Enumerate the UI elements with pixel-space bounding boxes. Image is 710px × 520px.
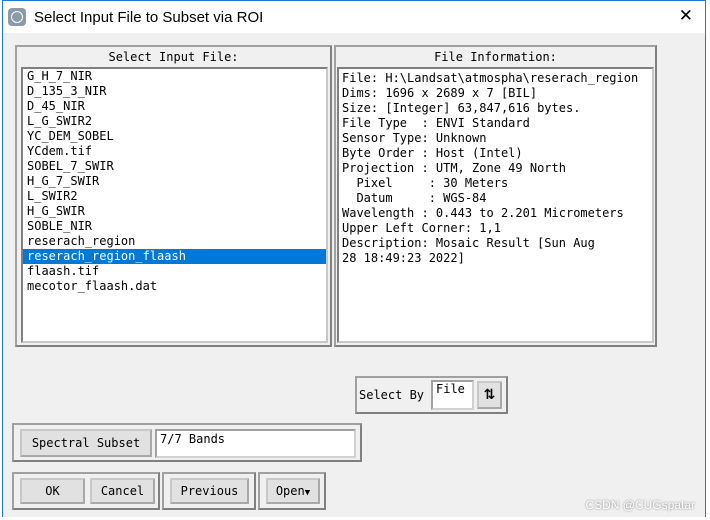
file-list-item[interactable]: SOBLE_NIR: [23, 219, 326, 234]
spectral-subset-group: Spectral Subset 7/7 Bands: [12, 423, 362, 462]
dropdown-arrow-icon: ▼: [304, 488, 311, 498]
input-file-panel: Select Input File: G_H_7_NIR D_135_3_NIR D…: [15, 45, 332, 347]
file-list-item[interactable]: mecotor_flaash.dat: [23, 279, 326, 294]
file-list-item[interactable]: D_45_NIR: [23, 99, 326, 114]
file-list-item[interactable]: reserach_region: [23, 234, 326, 249]
previous-group: Previous: [162, 472, 256, 510]
info-line: Datum : WGS-84: [342, 191, 487, 205]
ok-button[interactable]: OK: [20, 478, 85, 504]
info-line: Sensor Type: Unknown: [342, 131, 487, 145]
envi-app-icon: [8, 8, 26, 26]
open-label: Open: [275, 484, 305, 498]
info-line: File: H:\Landsat\atmospha\reserach_regio…: [342, 71, 639, 85]
select-by-group: Select By File ⇅: [355, 376, 508, 414]
file-list-item[interactable]: YCdem.tif: [23, 144, 326, 159]
spectral-subset-button[interactable]: Spectral Subset: [20, 429, 152, 457]
ok-cancel-group: OK Cancel: [12, 472, 160, 510]
info-line: Description: Mosaic Result [Sun Aug: [342, 236, 595, 250]
info-line: Pixel : 30 Meters: [342, 176, 509, 190]
file-list-item[interactable]: reserach_region_flaash: [23, 249, 326, 264]
open-group: Open▼: [258, 472, 326, 510]
close-icon[interactable]: ✕: [679, 6, 693, 26]
info-line: File Type : ENVI Standard: [342, 116, 530, 130]
file-list-item[interactable]: flaash.tif: [23, 264, 326, 279]
previous-button[interactable]: Previous: [170, 478, 249, 504]
info-line: Dims: 1696 x 2689 x 7 [BIL]: [342, 86, 538, 100]
sort-arrows-icon[interactable]: ⇅: [477, 381, 502, 409]
file-list-item[interactable]: D_135_3_NIR: [23, 84, 326, 99]
file-list-item[interactable]: G_H_7_NIR: [23, 69, 326, 84]
input-panel-title: Select Input File:: [108, 50, 239, 64]
select-by-field[interactable]: File: [431, 380, 474, 410]
file-list[interactable]: G_H_7_NIR D_135_3_NIR D_45_NIR L_G_SWIR2 YC_…: [21, 67, 328, 343]
info-line: Upper Left Corner: 1,1: [342, 221, 501, 235]
file-list-item[interactable]: YC_DEM_SOBEL: [23, 129, 326, 144]
info-line: Size: [Integer] 63,847,616 bytes.: [342, 101, 581, 115]
file-list-item[interactable]: SOBEL_7_SWIR: [23, 159, 326, 174]
file-info-text: File: H:\Landsat\atmospha\reserach_regio…: [337, 67, 654, 343]
info-line: 28 18:49:23 2022]: [342, 251, 465, 265]
info-line: Wavelength : 0.443 to 2.201 Micrometers: [342, 206, 624, 220]
file-information-panel: File Information: File: H:\Landsat\atmos…: [334, 45, 657, 347]
info-panel-title: File Information:: [434, 50, 557, 64]
open-menu-button[interactable]: Open▼: [266, 478, 320, 504]
title-bar[interactable]: Select Input File to Subset via ROI ✕: [3, 1, 705, 33]
info-line: Projection : UTM, Zone 49 North: [342, 161, 566, 175]
file-list-item[interactable]: L_SWIR2: [23, 189, 326, 204]
watermark: CSDN @CUGspatar: [585, 498, 695, 512]
cancel-button[interactable]: Cancel: [90, 478, 155, 504]
file-list-item[interactable]: H_G_7_SWIR: [23, 174, 326, 189]
select-by-label: Select By: [359, 388, 425, 402]
window-title: Select Input File to Subset via ROI: [34, 8, 264, 26]
file-list-item[interactable]: H_G_SWIR: [23, 204, 326, 219]
file-list-item[interactable]: L_G_SWIR2: [23, 114, 326, 129]
info-line: Byte Order : Host (Intel): [342, 146, 523, 160]
dialog-window: Select Input File to Subset via ROI ✕ Se…: [2, 0, 706, 517]
spectral-subset-field: 7/7 Bands: [155, 429, 356, 458]
